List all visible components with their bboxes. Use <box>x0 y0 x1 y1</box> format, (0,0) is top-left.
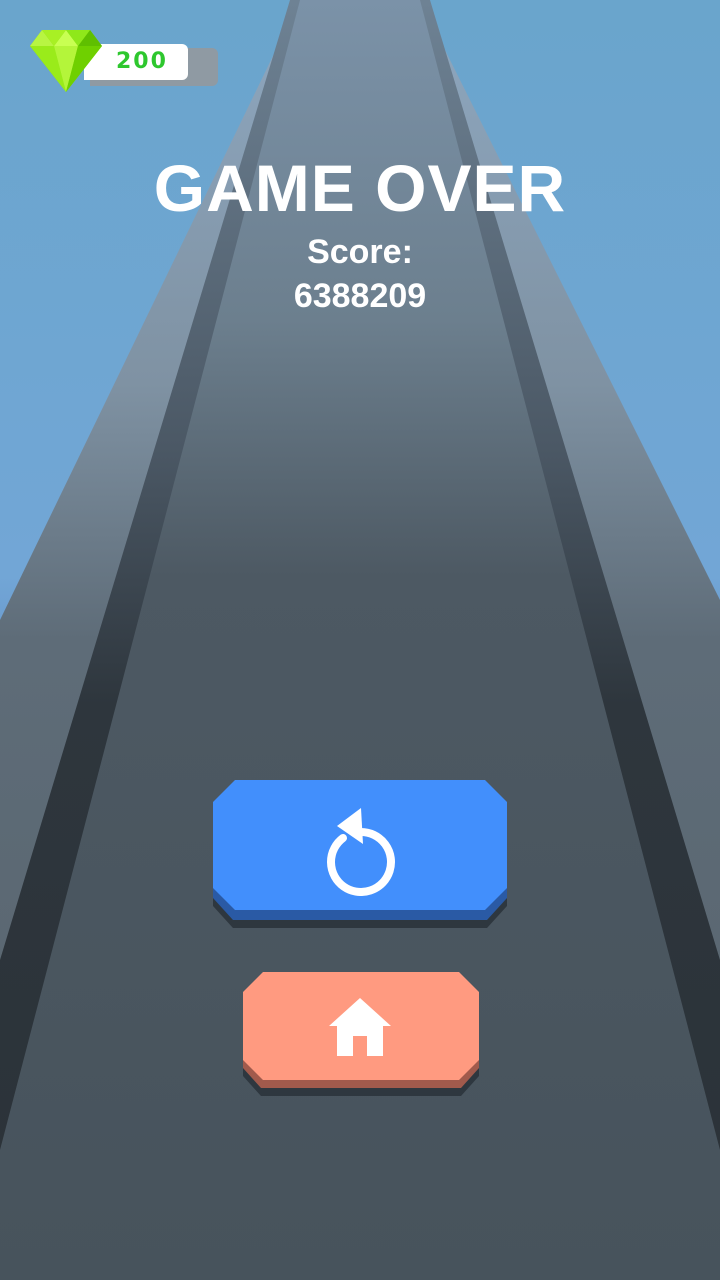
game-over-title: GAME OVER <box>153 151 567 225</box>
home-button[interactable] <box>243 972 479 1102</box>
gem-icon <box>30 30 102 92</box>
gem-counter: 200 <box>28 26 218 96</box>
restart-icon <box>327 808 395 896</box>
game-scene: 200 GAME OVER Score: 6388209 <box>0 0 720 1280</box>
score-value: 6388209 <box>293 277 427 315</box>
score-label: Score: <box>307 233 413 271</box>
restart-button[interactable] <box>213 780 507 940</box>
home-icon <box>329 998 391 1056</box>
